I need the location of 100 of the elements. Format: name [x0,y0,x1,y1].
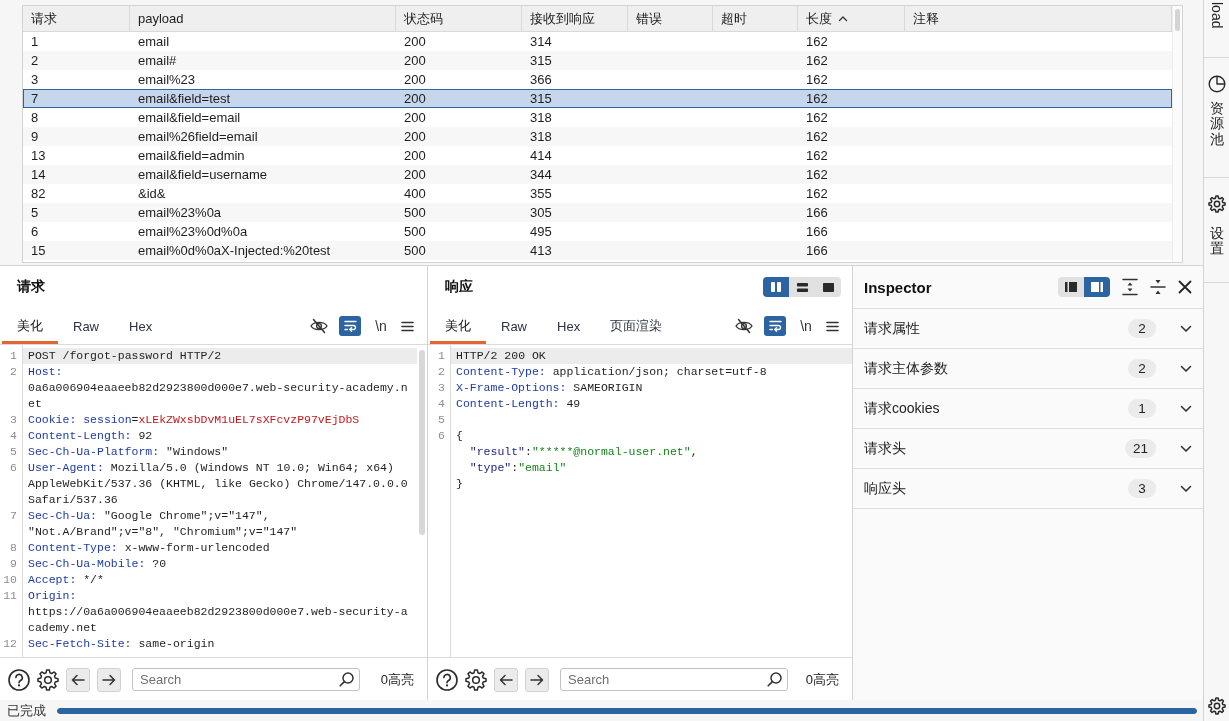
layout-button[interactable] [1084,277,1110,297]
highlight-count: 0高亮 [380,670,414,689]
column-header[interactable]: payload [130,6,396,32]
highlight-count: 0高亮 [805,670,839,689]
table-cell-text: 500 [403,242,427,260]
table-row[interactable]: 9 email%26field=email 200 318 162 [23,127,1172,146]
settings-icon[interactable] [37,668,59,691]
view-mode-button[interactable] [789,277,815,297]
table-cell-text: email [137,33,171,51]
table-cell-text: 315 [529,52,553,70]
table-cell-text: email&field=admin [137,147,246,165]
view-mode-button[interactable] [763,277,789,297]
code-line: Sec-Fetch-Site: same-origin [27,636,216,652]
view-mode-button[interactable] [815,277,841,297]
back-button[interactable] [494,667,518,692]
editor-tab[interactable]: 页面渲染 [595,308,678,344]
status-text: 已完成 [7,701,47,720]
back-button[interactable] [66,667,90,692]
help-icon[interactable] [436,668,458,691]
table-cell-text: 6 [30,223,40,241]
search-input[interactable]: Search [140,670,339,689]
table-cell-text: email%0d%0aX-Injected:%20test [137,242,332,260]
menu-icon[interactable] [401,320,414,332]
side-tab[interactable]: load [1204,0,1229,58]
table-cell-text: email&field=test [137,90,232,108]
square-icon [822,282,834,292]
collapse-all-icon[interactable] [1150,278,1166,296]
count-badge: 2 [1128,359,1156,378]
newline-toggle[interactable]: \n [795,316,817,336]
column-header[interactable]: 长度 [798,6,905,32]
table-cell-text: email%23%0a [137,204,223,222]
column-header[interactable]: 请求 [23,6,130,32]
column-header[interactable]: 超时 [713,6,798,32]
settings-icon[interactable] [465,668,487,691]
table-row[interactable]: 2 email# 200 315 162 [23,51,1172,70]
editor-tab[interactable]: Hex [542,308,596,344]
table-cell-text: 162 [805,52,829,70]
table-cell-text: 162 [805,90,829,108]
search-field[interactable]: Search [132,668,360,691]
table-row[interactable]: 14 email&field=username 200 344 162 [23,165,1172,184]
column-header[interactable]: 状态码 [396,6,522,32]
table-row[interactable]: 5 email%23%0a 500 305 166 [23,203,1172,222]
table-cell-text: email&field=email [137,109,242,127]
table-cell-text: 8 [30,109,40,127]
table-cell-text: 500 [403,223,427,241]
line-number: 2 [9,364,18,380]
table-cell-text: 400 [403,185,427,203]
line-number: 5 [9,444,18,460]
table-cell-text: 1 [30,33,40,51]
search-icon[interactable] [767,672,782,687]
table-cell-text: 305 [529,204,553,222]
code-line: { "result":"*****@normal-user.net", "type":"email" } [455,428,699,492]
table-cell-text: 82 [30,185,47,203]
table-cell-text: email%26field=email [137,128,259,146]
menu-icon[interactable] [826,320,839,332]
side-tab[interactable]: 设置 [1204,178,1229,283]
column-header[interactable]: 错误 [628,6,713,32]
search-icon[interactable] [339,672,354,687]
scrollbar[interactable] [419,350,425,535]
code-line: User-Agent: Mozilla/5.0 (Windows NT 10.0; Win64; x64) AppleWebKit/537.36 (KHTML, like Gecko) Chrome/147.0.0.0 Safari/537.36 [27,460,409,508]
line-number: 4 [9,428,18,444]
table-cell-text: 200 [403,33,427,51]
forward-button[interactable] [97,667,121,692]
code-line: Sec-Ch-Ua-Mobile: ?0 [27,556,168,572]
table-cell-text: 500 [403,204,427,222]
gear-icon [1207,195,1226,213]
table-cell-text: 200 [403,52,427,70]
layout-button[interactable] [1058,277,1084,297]
help-icon[interactable] [8,668,30,691]
hide-toggle[interactable] [308,316,330,336]
rows-icon [796,282,808,292]
editor-tab[interactable]: 美化 [2,308,58,344]
settings-icon[interactable] [1207,697,1226,715]
table-cell-text: 414 [529,147,553,165]
expand-all-icon[interactable] [1122,278,1138,296]
search-input[interactable]: Search [568,670,767,689]
column-header[interactable]: 接收到响应 [522,6,628,32]
count-badge: 2 [1128,319,1156,338]
editor-tab[interactable]: 美化 [430,308,486,344]
code-line: Accept: */* [27,572,105,588]
column-header[interactable]: 注释 [905,6,1172,32]
editor-tab[interactable]: Hex [114,308,168,344]
table-row[interactable]: 7 email&field=test 200 315 162 [23,89,1172,108]
wrap-toggle[interactable] [764,316,786,336]
wrap-toggle[interactable] [339,316,361,336]
line-number: 1 [437,348,446,364]
forward-button[interactable] [525,667,549,692]
line-number: 12 [2,636,18,652]
editor-tab[interactable]: Raw [486,308,542,344]
search-field[interactable]: Search [560,668,788,691]
table-row[interactable]: 15 email%0d%0aX-Injected:%20test 500 413 166 [23,241,1172,260]
columns-icon [771,282,781,292]
side-tab[interactable]: 资源池 [1204,58,1229,178]
close-icon[interactable] [1178,280,1192,294]
newline-toggle[interactable]: \n [370,316,392,336]
scrollbar[interactable] [1175,9,1180,31]
code-line: Host: 0a6a006904eaaeeb82d2923800d000e7.web-security-academy.net [27,364,409,412]
right-arrow-icon [102,673,116,686]
editor-tab[interactable]: Raw [58,308,114,344]
hide-toggle[interactable] [733,316,755,336]
